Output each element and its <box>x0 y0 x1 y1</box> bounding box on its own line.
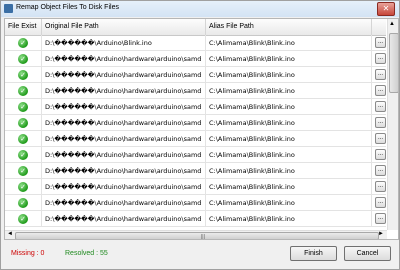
original-path-cell[interactable]: D:\������\Arduino\hardware\arduino\samd <box>42 51 206 67</box>
browse-button[interactable]: ... <box>375 85 386 96</box>
original-path-cell[interactable]: D:\������\Arduino\hardware\arduino\samd <box>42 211 206 227</box>
alias-path-cell[interactable]: C:\Alimama\Blink\Blink.ino <box>206 35 372 51</box>
browse-button[interactable]: ... <box>375 133 386 144</box>
horizontal-scrollbar[interactable]: ◄ ||| ► <box>5 230 387 240</box>
browse-button[interactable]: ... <box>375 53 386 64</box>
dialog-footer: Missing : 0 Resolved : 55 Finish Cancel <box>1 241 399 269</box>
file-exist-cell: ✓ <box>5 147 42 163</box>
app-icon <box>4 4 13 13</box>
table-row[interactable]: ✓ D:\������\Arduino\hardware\arduino\samd… <box>5 179 386 195</box>
original-path-cell[interactable]: D:\������\Arduino\hardware\arduino\samd <box>42 131 206 147</box>
table-row[interactable]: ✓ D:\������\Arduino\hardware\arduino\samd… <box>5 147 386 163</box>
browse-button[interactable]: ... <box>375 213 386 224</box>
file-exist-cell: ✓ <box>5 131 42 147</box>
table-row[interactable]: ✓ D:\������\Arduino\hardware\arduino\samd… <box>5 51 386 67</box>
file-exist-cell: ✓ <box>5 179 42 195</box>
alias-path-cell[interactable]: C:\Alimama\Blink\Blink.ino <box>206 211 372 227</box>
check-circle-icon: ✓ <box>18 134 28 144</box>
file-exist-cell: ✓ <box>5 35 42 51</box>
original-path-cell[interactable]: D:\������\Arduino\hardware\arduino\samd <box>42 179 206 195</box>
table-row[interactable]: ✓ D:\������\Arduino\hardware\arduino\samd… <box>5 211 386 227</box>
file-exist-cell: ✓ <box>5 67 42 83</box>
original-path-cell[interactable]: D:\������\Arduino\Blink.ino <box>42 35 206 51</box>
check-circle-icon: ✓ <box>18 166 28 176</box>
table-row[interactable]: ✓ D:\������\Arduino\hardware\arduino\samd… <box>5 163 386 179</box>
browse-button[interactable]: ... <box>375 101 386 112</box>
vertical-scroll-thumb[interactable] <box>389 33 398 93</box>
table-header: File Exist Original File Path Alias File… <box>5 19 386 36</box>
file-exist-cell: ✓ <box>5 99 42 115</box>
check-circle-icon: ✓ <box>18 38 28 48</box>
check-circle-icon: ✓ <box>18 102 28 112</box>
original-path-cell[interactable]: D:\������\Arduino\hardware\arduino\samd <box>42 195 206 211</box>
file-exist-cell: ✓ <box>5 115 42 131</box>
browse-button[interactable]: ... <box>375 149 386 160</box>
original-path-cell[interactable]: D:\������\Arduino\hardware\arduino\samd <box>42 83 206 99</box>
original-path-cell[interactable]: D:\������\Arduino\hardware\arduino\samd <box>42 163 206 179</box>
original-path-cell[interactable]: D:\������\Arduino\hardware\arduino\samd <box>42 99 206 115</box>
table-row[interactable]: ✓ D:\������\Arduino\hardware\arduino\samd… <box>5 115 386 131</box>
check-circle-icon: ✓ <box>18 118 28 128</box>
cancel-button[interactable]: Cancel <box>344 246 391 261</box>
alias-path-cell[interactable]: C:\Alimama\Blink\Blink.ino <box>206 131 372 147</box>
original-path-cell[interactable]: D:\������\Arduino\hardware\arduino\samd <box>42 115 206 131</box>
alias-path-cell[interactable]: C:\Alimama\Blink\Blink.ino <box>206 67 372 83</box>
scroll-left-arrow-icon[interactable]: ◄ <box>7 231 13 237</box>
check-circle-icon: ✓ <box>18 198 28 208</box>
horizontal-scroll-thumb[interactable]: ||| <box>15 232 379 240</box>
alias-path-cell[interactable]: C:\Alimama\Blink\Blink.ino <box>206 147 372 163</box>
table-row[interactable]: ✓ D:\������\Arduino\hardware\arduino\samd… <box>5 99 386 115</box>
file-exist-cell: ✓ <box>5 163 42 179</box>
check-circle-icon: ✓ <box>18 182 28 192</box>
alias-path-cell[interactable]: C:\Alimama\Blink\Blink.ino <box>206 179 372 195</box>
browse-button[interactable]: ... <box>375 181 386 192</box>
table-row[interactable]: ✓ D:\������\Arduino\hardware\arduino\samd… <box>5 83 386 99</box>
col-header-alias-path[interactable]: Alias File Path <box>206 19 372 35</box>
check-circle-icon: ✓ <box>18 150 28 160</box>
table-row[interactable]: ✓ D:\������\Arduino\hardware\arduino\samd… <box>5 195 386 211</box>
table-row[interactable]: ✓ D:\������\Arduino\hardware\arduino\samd… <box>5 131 386 147</box>
browse-button[interactable]: ... <box>375 37 386 48</box>
browse-button[interactable]: ... <box>375 165 386 176</box>
file-exist-cell: ✓ <box>5 83 42 99</box>
browse-button[interactable]: ... <box>375 117 386 128</box>
check-circle-icon: ✓ <box>18 70 28 80</box>
close-button[interactable]: ✕ <box>377 2 395 16</box>
check-circle-icon: ✓ <box>18 54 28 64</box>
alias-path-cell[interactable]: C:\Alimama\Blink\Blink.ino <box>206 163 372 179</box>
check-circle-icon: ✓ <box>18 214 28 224</box>
browse-button[interactable]: ... <box>375 69 386 80</box>
table-row[interactable]: ✓ D:\������\Arduino\hardware\arduino\samd… <box>5 67 386 83</box>
alias-path-cell[interactable]: C:\Alimama\Blink\Blink.ino <box>206 51 372 67</box>
file-exist-cell: ✓ <box>5 195 42 211</box>
scroll-grip-icon: ||| <box>201 234 205 240</box>
col-header-file-exist[interactable]: File Exist <box>5 19 42 35</box>
file-exist-cell: ✓ <box>5 51 42 67</box>
finish-button[interactable]: Finish <box>290 246 337 261</box>
col-header-original-path[interactable]: Original File Path <box>42 19 206 35</box>
remap-dialog: Remap Object Files To Disk Files ✕ File … <box>0 0 400 270</box>
original-path-cell[interactable]: D:\������\Arduino\hardware\arduino\samd <box>42 147 206 163</box>
table-row[interactable]: ✓ D:\������\Arduino\Blink.ino C:\Alimama\B… <box>5 35 386 51</box>
table-body: ✓ D:\������\Arduino\Blink.ino C:\Alimama\B… <box>5 35 386 230</box>
title-bar: Remap Object Files To Disk Files ✕ <box>1 1 399 17</box>
scroll-right-arrow-icon[interactable]: ► <box>378 231 384 237</box>
file-exist-cell: ✓ <box>5 211 42 227</box>
alias-path-cell[interactable]: C:\Alimama\Blink\Blink.ino <box>206 83 372 99</box>
vertical-scrollbar[interactable]: ▲ <box>387 19 398 230</box>
alias-path-cell[interactable]: C:\Alimama\Blink\Blink.ino <box>206 99 372 115</box>
window-title: Remap Object Files To Disk Files <box>16 4 119 11</box>
original-path-cell[interactable]: D:\������\Arduino\hardware\arduino\samd <box>42 67 206 83</box>
alias-path-cell[interactable]: C:\Alimama\Blink\Blink.ino <box>206 115 372 131</box>
scroll-up-arrow-icon[interactable]: ▲ <box>389 21 395 27</box>
check-circle-icon: ✓ <box>18 86 28 96</box>
browse-button[interactable]: ... <box>375 197 386 208</box>
alias-path-cell[interactable]: C:\Alimama\Blink\Blink.ino <box>206 195 372 211</box>
resolved-count: Resolved : 55 <box>65 250 108 257</box>
missing-count: Missing : 0 <box>11 250 45 257</box>
file-table: File Exist Original File Path Alias File… <box>4 18 399 240</box>
